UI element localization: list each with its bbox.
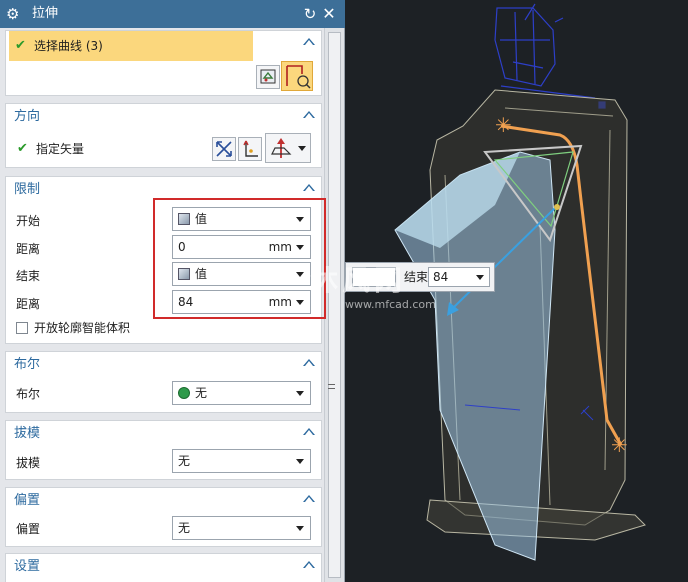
vector-type-dropdown[interactable] (265, 133, 311, 163)
boolean-value: 无 (195, 386, 208, 400)
close-icon[interactable]: ✕ (321, 5, 337, 23)
boolean-dropdown[interactable]: 无 (172, 381, 311, 405)
direction-header[interactable]: 方向 (6, 104, 321, 128)
boolean-label: 布尔 (16, 387, 41, 401)
chevron-down-icon (296, 391, 304, 396)
select-curve-label: 选择曲线 (3) (34, 39, 103, 53)
check-icon: ✔ (17, 141, 28, 156)
draft-title: 拔模 (14, 426, 41, 441)
open-profile-label: 开放轮廓智能体积 (34, 321, 131, 335)
offset-dropdown[interactable]: 无 (172, 516, 311, 540)
settings-header[interactable]: 设置 (6, 554, 321, 578)
sketch-section-button[interactable] (256, 65, 280, 89)
chevron-down-icon (476, 275, 484, 280)
offset-label: 偏置 (16, 522, 41, 536)
watermark-brand: 沐风网 (310, 264, 407, 297)
watermark: 沐风网 www.mfcad.com (270, 262, 470, 322)
chevron-down-icon (298, 146, 306, 151)
collapse-caret-icon[interactable] (303, 359, 315, 366)
vector-dialog-button[interactable] (238, 137, 262, 161)
limits-title: 限制 (14, 182, 41, 197)
collapse-caret-icon[interactable] (303, 184, 315, 191)
scrollbar-grip (328, 384, 335, 389)
reverse-direction-icon (216, 141, 232, 157)
vector-type-icon (271, 138, 292, 158)
collapse-caret-icon[interactable] (303, 495, 315, 502)
curve-selector-icon (286, 65, 311, 89)
offset-header[interactable]: 偏置 (6, 488, 321, 512)
curve-endpoint-marker: ✳ (495, 113, 512, 137)
collapse-caret-icon[interactable] (303, 428, 315, 435)
collapse-caret-icon[interactable] (303, 561, 315, 568)
settings-title: 设置 (14, 559, 41, 574)
curve-selector-button[interactable] (281, 61, 313, 91)
dialog-title-bar: ⚙ 拉伸 ↻ ✕ (0, 0, 345, 28)
boolean-title: 布尔 (14, 357, 41, 372)
end-label: 结束 (16, 269, 41, 283)
vector-dialog-icon (243, 140, 258, 157)
offset-value: 无 (178, 521, 191, 535)
boolean-none-icon (178, 387, 190, 399)
curve-endpoint-marker: ✳ (611, 433, 628, 457)
open-profile-checkbox[interactable] (16, 322, 28, 334)
collapse-caret-icon[interactable] (303, 38, 315, 45)
direction-title: 方向 (14, 109, 41, 124)
collapse-caret-icon[interactable] (303, 111, 315, 118)
reverse-direction-button[interactable] (212, 137, 236, 161)
watermark-url: www.mfcad.com (345, 298, 436, 311)
gear-icon[interactable]: ⚙ (6, 6, 22, 22)
chevron-down-icon (296, 459, 304, 464)
dialog-title: 拉伸 (32, 6, 59, 21)
draft-label: 拔模 (16, 456, 41, 470)
boolean-header[interactable]: 布尔 (6, 352, 321, 376)
offset-title: 偏置 (14, 493, 41, 508)
draft-dropdown[interactable]: 无 (172, 449, 311, 473)
select-curve-row[interactable]: ✔ 选择曲线 (3) (9, 31, 253, 61)
end-distance-label: 距离 (16, 297, 41, 311)
reset-icon[interactable]: ↻ (302, 5, 318, 23)
settings-group: 设置 (5, 553, 322, 582)
chevron-down-icon (296, 526, 304, 531)
draft-header[interactable]: 拔模 (6, 421, 321, 445)
start-label: 开始 (16, 214, 41, 228)
check-icon: ✔ (15, 38, 26, 53)
sketch-icon (260, 69, 276, 84)
draft-value: 无 (178, 454, 191, 468)
specify-vector-label: 指定矢量 (36, 142, 85, 156)
start-distance-label: 距离 (16, 242, 41, 256)
